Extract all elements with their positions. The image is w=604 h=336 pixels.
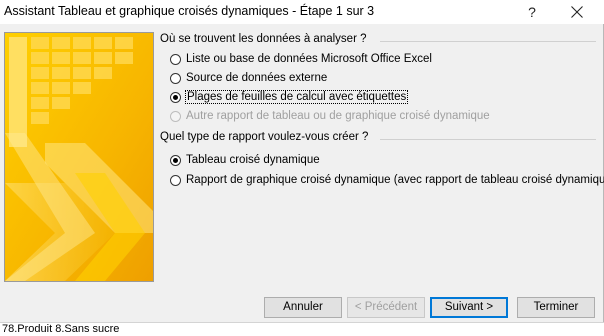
close-icon [571,6,583,18]
report-group-divider [380,139,596,140]
source-option-other-pivot: Autre rapport de tableau ou de graphique… [170,107,490,125]
help-button[interactable]: ? [520,0,544,24]
pivot-wizard-dialog: Assistant Tableau et graphique croisés d… [0,0,604,322]
radio-button-disabled [170,110,181,122]
source-option-excel-list[interactable]: Liste ou base de données Microsoft Offic… [170,50,432,68]
radio-button[interactable] [170,72,181,84]
option-label: Plages de feuilles de calcul avec étique… [184,90,409,104]
source-option-consolidation-ranges[interactable]: Plages de feuilles de calcul avec étique… [170,88,409,106]
dialog-title: Assistant Tableau et graphique croisés d… [4,4,375,18]
report-option-pivot-table[interactable]: Tableau croisé dynamique [170,151,320,169]
report-option-pivot-chart[interactable]: Rapport de graphique croisé dynamique (a… [170,171,604,189]
option-label: Rapport de graphique croisé dynamique (a… [186,174,604,186]
previous-button: < Précédent [347,297,425,318]
close-button[interactable] [562,0,592,24]
radio-button[interactable] [170,174,181,186]
option-label: Autre rapport de tableau ou de graphique… [186,110,490,122]
radio-button-selected[interactable] [170,91,181,103]
pivot-table-wizard-illustration [5,33,153,281]
option-label: Source de données externe [186,72,328,84]
report-group-label: Quel type de rapport voulez-vous créer ? [160,131,369,143]
source-group-label: Où se trouvent les données à analyser ? [160,33,367,45]
option-label: Tableau croisé dynamique [186,154,320,166]
source-group-divider [380,41,596,42]
title-bar: Assistant Tableau et graphique croisés d… [0,0,604,24]
finish-button[interactable]: Terminer [517,297,595,318]
option-label: Liste ou base de données Microsoft Offic… [186,53,432,65]
radio-button[interactable] [170,53,181,65]
background-cell-text: 78.Produit 8.Sans sucre [2,323,120,335]
radio-button-selected[interactable] [170,154,181,166]
next-button[interactable]: Suivant > [430,297,508,318]
source-option-external[interactable]: Source de données externe [170,69,327,87]
wizard-illustration [4,32,154,282]
cancel-button[interactable]: Annuler [264,297,342,318]
